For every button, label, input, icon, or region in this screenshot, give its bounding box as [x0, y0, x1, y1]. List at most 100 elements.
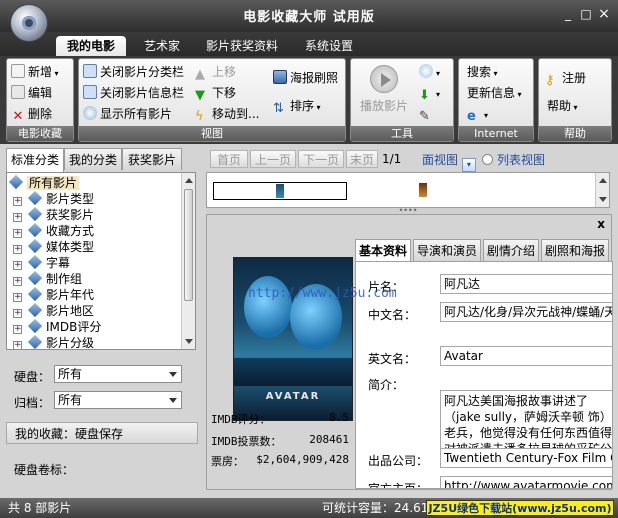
- company-field[interactable]: Twentieth Century-Fox Film Cor: [440, 448, 612, 468]
- box-office-value: $2,604,909,428: [256, 453, 349, 466]
- expand-icon[interactable]: +: [13, 277, 22, 286]
- expand-icon[interactable]: +: [13, 229, 22, 238]
- category-tree: 所有影片 + 影片类型 + 获奖影片 + 收藏方式 + 媒体类型 + 字幕 + 制作组 + 影…: [6, 172, 196, 350]
- play-button[interactable]: 播放影片: [359, 65, 409, 114]
- tab-standard-category[interactable]: 标准分类: [6, 148, 64, 172]
- tool-button[interactable]: ✎: [419, 105, 436, 124]
- app-logo-icon[interactable]: [10, 4, 48, 42]
- maximize-button[interactable]: □: [578, 6, 594, 22]
- tab-plot[interactable]: 剧情介绍: [483, 239, 539, 261]
- group-collection: 新增 ▾ 编辑 ✕ 删除 电影收藏: [6, 58, 74, 142]
- tab-stills[interactable]: 剧照和海报: [541, 239, 609, 261]
- expand-icon[interactable]: +: [13, 197, 22, 206]
- expand-icon[interactable]: +: [13, 309, 22, 318]
- close-button[interactable]: ×: [596, 6, 612, 22]
- first-page-button[interactable]: 首页: [210, 150, 248, 168]
- scroll-thumb[interactable]: [184, 189, 193, 301]
- tab-my-movies[interactable]: 我的电影: [56, 36, 126, 56]
- scroll-up-icon[interactable]: [599, 178, 607, 183]
- imdb-score-value: 8.5: [329, 411, 349, 424]
- tree-item[interactable]: + 字幕: [13, 254, 70, 271]
- movie-poster[interactable]: AVATAR: [233, 257, 353, 421]
- tree-item[interactable]: + 制作组: [13, 270, 82, 287]
- delete-button[interactable]: ✕ 删除: [11, 105, 52, 124]
- move-up-button[interactable]: ▲ 上移: [195, 63, 236, 82]
- imdb-score-row: IMDB评分： 8.5: [211, 411, 349, 426]
- tab-basic-info[interactable]: 基本资料: [355, 239, 411, 263]
- show-all-button[interactable]: 显示所有影片: [83, 105, 172, 123]
- last-page-button[interactable]: 末页: [346, 150, 378, 168]
- group-label-tools: 工具: [351, 126, 453, 141]
- tab-cast[interactable]: 导演和演员: [413, 239, 481, 261]
- pager-toolbar: 首页 上一页 下一页 末页 1/1 面视图 ▾ 列表视图: [210, 148, 614, 172]
- tree-scrollbar[interactable]: [181, 173, 195, 349]
- sort-button[interactable]: ⇅ 排序 ▾: [273, 97, 321, 116]
- name-field[interactable]: 阿凡达: [440, 274, 612, 294]
- next-page-button[interactable]: 下一页: [298, 150, 344, 168]
- ie-button[interactable]: e ▾: [467, 105, 488, 124]
- sort-icon: ⇅: [273, 101, 284, 116]
- close-detail-button[interactable]: x: [597, 217, 605, 231]
- thumbnail-image[interactable]: [276, 184, 284, 198]
- cn-name-field[interactable]: 阿凡达/化身/异次元战神/蝶蛹/天: [440, 302, 612, 322]
- register-button[interactable]: ⚷ 注册: [545, 69, 586, 88]
- expand-icon[interactable]: +: [13, 213, 22, 222]
- poster-title: AVATAR: [265, 391, 321, 402]
- expand-icon[interactable]: +: [13, 245, 22, 254]
- homepage-field[interactable]: http://www.avatarmovie.com/: [440, 476, 612, 488]
- prev-page-button[interactable]: 上一页: [250, 150, 296, 168]
- expand-icon[interactable]: +: [13, 261, 22, 270]
- poster-refresh-button[interactable]: 海报刷照: [273, 69, 338, 87]
- disk-select[interactable]: 所有: [54, 365, 182, 383]
- scroll-down-icon[interactable]: [185, 339, 193, 344]
- tab-award-movies[interactable]: 获奖影片: [122, 148, 182, 170]
- tab-settings[interactable]: 系统设置: [296, 36, 362, 56]
- close-category-button[interactable]: 关闭影片分类栏: [83, 63, 184, 81]
- tab-my-category[interactable]: 我的分类: [64, 148, 122, 170]
- tree-item[interactable]: + 收藏方式: [13, 222, 94, 239]
- category-icon: [27, 238, 43, 254]
- group-label-collection: 电影收藏: [7, 126, 73, 141]
- archive-select[interactable]: 所有: [54, 391, 182, 409]
- search-button[interactable]: 搜索 ▾: [467, 63, 498, 81]
- add-button[interactable]: 新增 ▾: [11, 63, 59, 81]
- en-name-field[interactable]: Avatar: [440, 346, 612, 366]
- tree-item[interactable]: + 影片类型: [13, 190, 94, 207]
- download-button[interactable]: ⬇ ▾: [419, 84, 440, 103]
- category-icon: [27, 222, 43, 238]
- move-down-button[interactable]: ▼ 下移: [195, 84, 236, 103]
- tree-item[interactable]: + 影片分级: [13, 334, 94, 349]
- expand-icon[interactable]: +: [13, 341, 22, 349]
- summary-label: 简介：: [368, 378, 405, 392]
- list-view-option[interactable]: 列表视图: [482, 151, 545, 168]
- thumbnail-image[interactable]: [419, 183, 427, 197]
- update-info-button[interactable]: 更新信息 ▾: [467, 84, 522, 102]
- scroll-up-icon[interactable]: [185, 178, 193, 183]
- category-icon: [27, 254, 43, 270]
- tree-item[interactable]: + 影片年代: [13, 286, 94, 303]
- face-view-button[interactable]: 面视图 ▾: [422, 151, 476, 172]
- window-title: 电影收藏大师 试用版: [243, 10, 375, 25]
- tab-awards[interactable]: 影片获奖资料: [198, 36, 286, 56]
- disc-button[interactable]: ▾: [419, 63, 440, 81]
- move-to-button[interactable]: ϟ 移动到...: [195, 105, 259, 124]
- radio-icon[interactable]: [482, 154, 493, 165]
- browser-icon: e: [467, 109, 476, 124]
- scroll-down-icon[interactable]: [599, 197, 607, 202]
- selected-thumbnail[interactable]: [213, 182, 347, 200]
- help-button[interactable]: 帮助 ▾: [547, 97, 578, 115]
- expand-icon[interactable]: +: [13, 325, 22, 334]
- company-label: 出品公司：: [368, 454, 429, 468]
- close-info-button[interactable]: 关闭影片信息栏: [83, 84, 184, 102]
- tab-artists[interactable]: 艺术家: [134, 36, 190, 56]
- tree-item[interactable]: + 媒体类型: [13, 238, 94, 255]
- dropdown-icon[interactable]: ▾: [461, 158, 476, 172]
- tree-item[interactable]: + 影片地区: [13, 302, 94, 319]
- expand-icon[interactable]: +: [13, 293, 22, 302]
- minimize-button[interactable]: _: [560, 6, 576, 22]
- tree-item[interactable]: + 获奖影片: [13, 206, 94, 223]
- filmstrip-scrollbar[interactable]: [595, 173, 609, 207]
- tree-item-all[interactable]: 所有影片: [7, 174, 80, 191]
- tree-item[interactable]: + IMDB评分: [13, 318, 101, 335]
- edit-button[interactable]: 编辑: [11, 84, 52, 102]
